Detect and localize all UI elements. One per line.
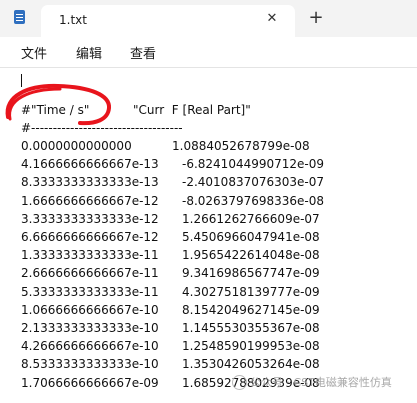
time-value: 5.3333333333333e-11 (21, 284, 159, 299)
current-value: 1.9565422614048e-08 (182, 248, 320, 263)
current-value: 1.3530426053264e-08 (182, 357, 320, 372)
watermark-logo-icon (232, 375, 247, 390)
current-value: -2.4010837076303e-07 (182, 175, 325, 190)
header-current-label: "Curr F [Real Part]" (133, 103, 251, 117)
current-value: 1.0884052678799e-08 (172, 139, 310, 153)
time-value: 1.0666666666667e-10 (21, 302, 159, 317)
menu-view[interactable]: 查看 (130, 43, 156, 62)
watermark: 公众号 · CST电磁兼容性仿真 (232, 372, 412, 392)
time-value: 0.0000000000000 (21, 139, 132, 153)
menu-bar: 文件 编辑 查看 (0, 37, 417, 67)
text-editor[interactable]: #"Time / s" "Curr F [Real Part]" #------… (0, 68, 417, 403)
current-value: -6.8241044990712e-09 (182, 157, 325, 172)
header-time-label: #"Time / s" (21, 103, 90, 117)
notepad-app-icon (14, 10, 25, 24)
time-value: 2.6666666666667e-11 (21, 266, 159, 281)
time-value: 3.3333333333333e-12 (21, 211, 159, 226)
current-value: 4.3027518139777e-09 (182, 284, 320, 299)
title-bar: 1.txt ✕ + (0, 0, 417, 37)
tab-title: 1.txt (59, 13, 87, 27)
current-value: 1.1455530355367e-08 (182, 321, 320, 335)
current-value: 1.2661262766609e-07 (182, 211, 320, 226)
close-icon[interactable]: ✕ (264, 11, 280, 26)
current-value: 5.4506966047941e-08 (182, 230, 320, 244)
time-value: 1.6666666666667e-12 (21, 193, 159, 208)
watermark-text: 公众号 · CST电磁兼容性仿真 (250, 376, 392, 389)
menu-edit[interactable]: 编辑 (76, 43, 102, 62)
time-value: 1.3333333333333e-11 (21, 248, 159, 263)
current-value: 1.2548590199953e-08 (182, 339, 320, 354)
current-value: 9.3416986567747e-09 (182, 266, 320, 281)
text-caret (21, 74, 22, 87)
new-tab-icon[interactable]: + (306, 7, 326, 28)
time-value: 8.5333333333333e-10 (21, 357, 159, 372)
current-value: -8.0263797698336e-08 (182, 193, 325, 208)
time-value: 4.1666666666667e-13 (21, 157, 159, 172)
time-value: 6.6666666666667e-12 (21, 230, 159, 244)
current-value: 8.1542049627145e-09 (182, 302, 320, 317)
time-value: 1.7066666666667e-09 (21, 375, 159, 390)
separator-line: #----------------------------------- (21, 121, 183, 135)
menu-file[interactable]: 文件 (21, 43, 47, 62)
tab-1-txt[interactable]: 1.txt ✕ (41, 5, 295, 37)
time-value: 2.1333333333333e-10 (21, 321, 159, 335)
time-value: 8.3333333333333e-13 (21, 175, 159, 190)
time-value: 4.2666666666667e-10 (21, 339, 159, 354)
